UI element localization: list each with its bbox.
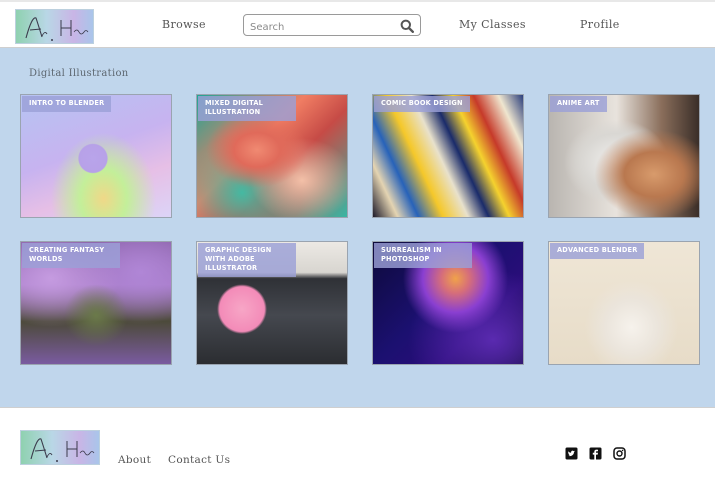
footer-about-link[interactable]: About [118,454,151,466]
class-card[interactable]: Creating Fantasy Worlds [20,241,172,365]
logo-mark [25,17,89,41]
site-logo[interactable] [15,9,94,44]
class-card-title: Creating Fantasy Worlds [22,243,120,268]
search-input[interactable] [244,17,394,38]
logo-mark [30,438,95,462]
footer-contact-link[interactable]: Contact Us [168,454,230,466]
class-card-title: Comic Book Design [374,96,470,112]
section-title: Digital Illustration [29,68,129,79]
nav-my-classes[interactable]: My Classes [459,18,526,31]
twitter-icon[interactable] [565,445,578,460]
class-card-title: Intro to Blender [22,96,112,112]
site-header: Browse My Classes Profile [0,0,715,48]
class-card[interactable]: Mixed Digital Illustration [196,94,348,218]
nav-browse[interactable]: Browse [162,18,206,31]
site-footer: About Contact Us [0,407,715,477]
search-box[interactable] [243,14,421,38]
footer-logo[interactable] [20,430,100,465]
instagram-icon[interactable] [613,445,626,460]
class-card[interactable]: Comic Book Design [372,94,524,218]
class-card[interactable]: Anime Art [548,94,700,218]
facebook-icon[interactable] [589,445,602,460]
class-catalog: Digital Illustration Intro to Blender Mi… [0,48,715,407]
class-card-title: Graphic Design with Adobe Illustrator [198,243,296,277]
class-card-title: Advanced Blender [550,243,645,259]
class-card[interactable]: Advanced Blender [548,241,700,365]
class-card[interactable]: Intro to Blender [20,94,172,218]
class-card-title: Anime Art [550,96,607,112]
nav-profile[interactable]: Profile [580,18,620,31]
class-card-title: Mixed Digital Illustration [198,96,296,121]
class-card-title: Surrealism in Photoshop [374,243,472,268]
class-card[interactable]: Surrealism in Photoshop [372,241,524,365]
search-icon[interactable] [400,18,415,34]
class-card[interactable]: Graphic Design with Adobe Illustrator [196,241,348,365]
